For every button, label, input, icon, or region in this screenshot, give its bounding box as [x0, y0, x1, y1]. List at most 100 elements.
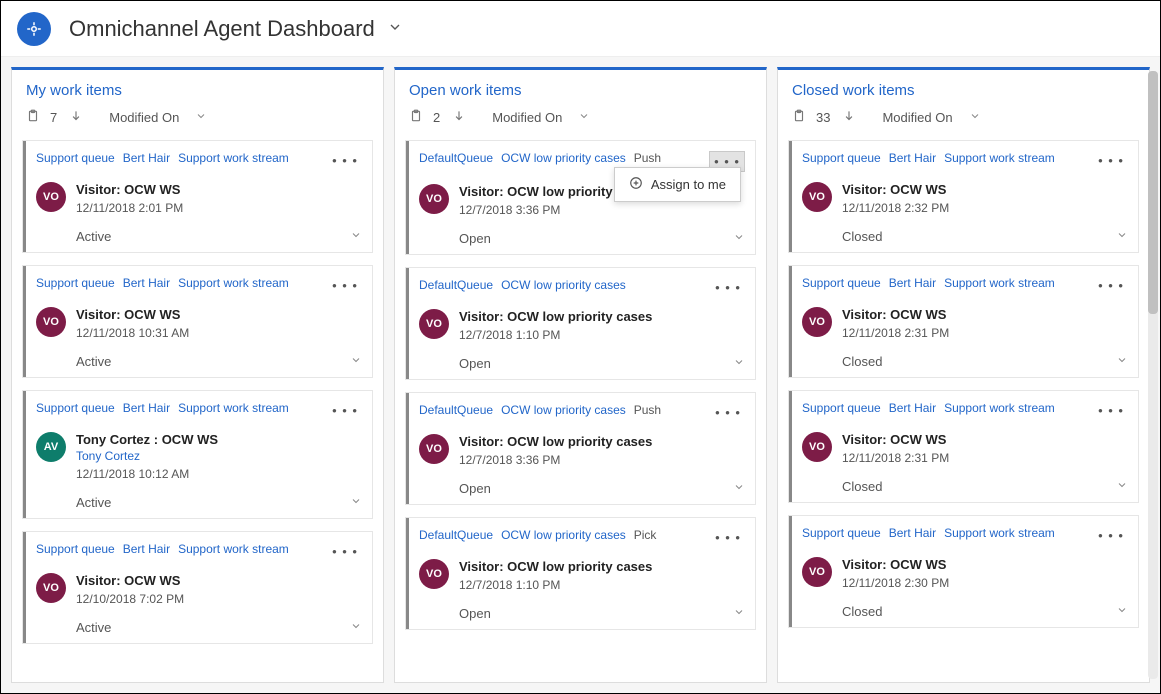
card-top-row: DefaultQueueOCW low priority casesPick• …	[419, 528, 745, 547]
work-item-card[interactable]: DefaultQueueOCW low priority casesPush• …	[405, 140, 756, 255]
tag-link[interactable]: Bert Hair	[123, 276, 170, 290]
tag-link[interactable]: Support queue	[802, 526, 881, 540]
more-actions-icon[interactable]: • • •	[711, 403, 745, 422]
card-date: 12/7/2018 3:36 PM	[459, 203, 652, 217]
more-actions-icon[interactable]: • • •	[328, 276, 362, 295]
tag-link[interactable]: DefaultQueue	[419, 528, 493, 542]
expand-chevron-down-icon[interactable]	[350, 354, 362, 369]
more-actions-icon[interactable]: • • •	[1094, 151, 1128, 170]
work-item-card[interactable]: DefaultQueueOCW low priority cases• • •V…	[405, 267, 756, 380]
title-chevron-down-icon[interactable]	[387, 19, 403, 38]
tag-link[interactable]: Bert Hair	[889, 151, 936, 165]
sort-direction-arrow-icon[interactable]	[69, 109, 83, 126]
work-item-card[interactable]: Support queue Bert Hair Support work strea…	[22, 265, 373, 378]
sort-field-label[interactable]: Modified On	[109, 110, 179, 125]
work-item-card[interactable]: Support queue Bert Hair Support work strea…	[788, 390, 1139, 503]
more-actions-icon[interactable]: • • •	[328, 151, 362, 170]
tag-link[interactable]: Support queue	[36, 401, 115, 415]
tag-link[interactable]: OCW low priority cases	[501, 403, 626, 417]
expand-chevron-down-icon[interactable]	[733, 356, 745, 371]
tag-link[interactable]: Bert Hair	[123, 542, 170, 556]
expand-chevron-down-icon[interactable]	[350, 229, 362, 244]
assign-to-me-popover[interactable]: Assign to me	[614, 167, 741, 202]
card-status-row: Active	[36, 354, 362, 369]
tag-link[interactable]: Support queue	[36, 151, 115, 165]
work-item-card[interactable]: Support queue Bert Hair Support work strea…	[788, 140, 1139, 253]
tag-link[interactable]: Bert Hair	[123, 401, 170, 415]
more-actions-icon[interactable]: • • •	[328, 401, 362, 420]
expand-chevron-down-icon[interactable]	[733, 606, 745, 621]
sort-field-label[interactable]: Modified On	[882, 110, 952, 125]
vertical-scrollbar[interactable]	[1148, 71, 1158, 679]
card-status: Active	[76, 620, 111, 635]
card-top-row: DefaultQueue OCW low priority cases • • •	[419, 278, 745, 297]
card-date: 12/7/2018 3:36 PM	[459, 453, 652, 467]
expand-chevron-down-icon[interactable]	[733, 231, 745, 246]
tag-link[interactable]: DefaultQueue	[419, 278, 493, 292]
sort-chevron-down-icon[interactable]	[195, 110, 207, 125]
sort-direction-arrow-icon[interactable]	[842, 109, 856, 126]
sort-chevron-down-icon[interactable]	[578, 110, 590, 125]
card-status-row: Closed	[802, 229, 1128, 244]
tag-link[interactable]: Support work stream	[178, 542, 289, 556]
tag-link[interactable]: Support queue	[36, 276, 115, 290]
tag-link[interactable]: Bert Hair	[889, 276, 936, 290]
sort-direction-arrow-icon[interactable]	[452, 109, 466, 126]
tag-link[interactable]: Support work stream	[944, 401, 1055, 415]
tag-link[interactable]: Support work stream	[944, 526, 1055, 540]
tag-link[interactable]: Support work stream	[944, 151, 1055, 165]
more-actions-icon[interactable]: • • •	[328, 542, 362, 561]
tag-link[interactable]: Support work stream	[178, 276, 289, 290]
more-actions-icon[interactable]: • • •	[1094, 401, 1128, 420]
work-item-card[interactable]: Support queue Bert Hair Support work strea…	[22, 390, 373, 519]
column-title: Open work items	[409, 82, 752, 99]
more-actions-icon[interactable]: • • •	[1094, 276, 1128, 295]
work-items-column: Closed work items33Modified OnSupport qu…	[777, 67, 1150, 683]
tag-link[interactable]: Support work stream	[178, 401, 289, 415]
tag-link[interactable]: Support queue	[36, 542, 115, 556]
sort-chevron-down-icon[interactable]	[969, 110, 981, 125]
expand-chevron-down-icon[interactable]	[350, 620, 362, 635]
card-inner: DefaultQueueOCW low priority casesPick• …	[406, 518, 755, 629]
card-body: VOVisitor: OCW WS12/10/2018 7:02 PM	[36, 573, 362, 606]
work-item-card[interactable]: Support queue Bert Hair Support work strea…	[788, 515, 1139, 628]
expand-chevron-down-icon[interactable]	[1116, 229, 1128, 244]
tag-link[interactable]: DefaultQueue	[419, 151, 493, 165]
tag-link[interactable]: OCW low priority cases	[501, 278, 626, 292]
work-item-card[interactable]: Support queue Bert Hair Support work strea…	[22, 531, 373, 644]
card-status: Active	[76, 229, 111, 244]
expand-chevron-down-icon[interactable]	[733, 481, 745, 496]
scrollbar-thumb[interactable]	[1148, 71, 1158, 314]
expand-chevron-down-icon[interactable]	[1116, 604, 1128, 619]
card-date: 12/11/2018 2:01 PM	[76, 201, 183, 215]
tag-link[interactable]: Support work stream	[178, 151, 289, 165]
more-actions-icon[interactable]: • • •	[711, 278, 745, 297]
tag-link[interactable]: Bert Hair	[889, 526, 936, 540]
more-actions-icon[interactable]: • • •	[1094, 526, 1128, 545]
sort-field-label[interactable]: Modified On	[492, 110, 562, 125]
card-inner: DefaultQueueOCW low priority cases• • •V…	[406, 268, 755, 379]
tag-link[interactable]: Bert Hair	[889, 401, 936, 415]
expand-chevron-down-icon[interactable]	[1116, 354, 1128, 369]
tag-link[interactable]: Support queue	[802, 401, 881, 415]
work-items-column: Open work items2Modified OnDefaultQueueO…	[394, 67, 767, 683]
work-item-card[interactable]: Support queue Bert Hair Support work strea…	[22, 140, 373, 253]
expand-chevron-down-icon[interactable]	[1116, 479, 1128, 494]
expand-chevron-down-icon[interactable]	[350, 495, 362, 510]
tag-link[interactable]: DefaultQueue	[419, 403, 493, 417]
tag-link[interactable]: Bert Hair	[123, 151, 170, 165]
work-item-card[interactable]: DefaultQueueOCW low priority casesPick• …	[405, 517, 756, 630]
tag-link[interactable]: Support queue	[802, 151, 881, 165]
card-inner: Support queue Bert Hair Support work strea…	[23, 391, 372, 518]
tag-link[interactable]: Support queue	[802, 276, 881, 290]
work-item-card[interactable]: Support queue Bert Hair Support work strea…	[788, 265, 1139, 378]
work-item-card[interactable]: DefaultQueueOCW low priority casesPush• …	[405, 392, 756, 505]
tag-link[interactable]: Support work stream	[944, 276, 1055, 290]
more-actions-icon[interactable]: • • •	[711, 528, 745, 547]
tag-link[interactable]: OCW low priority cases	[501, 151, 626, 165]
card-top-row: Support queue Bert Hair Support work strea…	[802, 276, 1128, 295]
card-subtitle-link[interactable]: Tony Cortez	[76, 449, 218, 463]
tag-link[interactable]: OCW low priority cases	[501, 528, 626, 542]
avatar: VO	[36, 182, 66, 212]
card-status-row: Closed	[802, 479, 1128, 494]
